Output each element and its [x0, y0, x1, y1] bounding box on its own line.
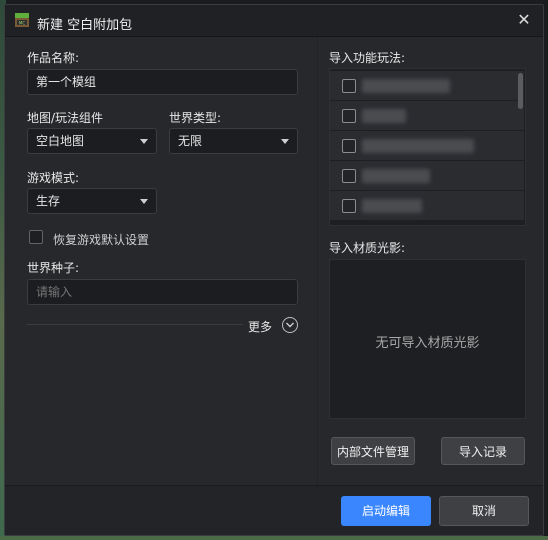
- world-type-label: 世界类型:: [169, 111, 222, 125]
- chevron-down-icon: [281, 139, 289, 144]
- world-type-select[interactable]: 无限: [169, 128, 298, 154]
- redacted-text: [362, 169, 430, 183]
- map-component-label: 地图/玩法组件: [27, 111, 104, 125]
- internal-files-button[interactable]: 内部文件管理: [331, 437, 415, 465]
- column-divider: [317, 37, 318, 485]
- redacted-text: [362, 139, 474, 153]
- restore-default-label: 恢复游戏默认设置: [53, 233, 150, 247]
- texture-panel: 无可导入材质光影: [329, 259, 526, 419]
- minecraft-grass-block-icon: MC: [15, 13, 29, 27]
- world-type-value: 无限: [178, 134, 203, 148]
- list-scrollbar[interactable]: [518, 73, 523, 109]
- import-texture-label: 导入材质光影:: [329, 241, 406, 255]
- redacted-text: [362, 79, 450, 93]
- game-mode-select[interactable]: 生存: [27, 188, 157, 214]
- svg-text:MC: MC: [19, 21, 25, 26]
- gameplay-item-checkbox[interactable]: [342, 169, 356, 183]
- texture-empty-text: 无可导入材质光影: [375, 336, 480, 351]
- dialog-title: 新建 空白附加包: [37, 18, 133, 33]
- restore-default-checkbox[interactable]: [29, 230, 43, 244]
- gameplay-item-checkbox[interactable]: [342, 109, 356, 123]
- gameplay-item-checkbox[interactable]: [342, 79, 356, 93]
- background-game-scene-bottom: [0, 536, 548, 540]
- new-addon-dialog: MC 新建 空白附加包 ✕ 作品名称: 第一个模组 地图/玩法组件 空白地图 世…: [4, 4, 544, 536]
- gameplay-item-checkbox[interactable]: [342, 139, 356, 153]
- world-seed-input[interactable]: [27, 279, 298, 305]
- gameplay-item[interactable]: [330, 191, 524, 221]
- gameplay-list[interactable]: [329, 68, 526, 226]
- redacted-text: [362, 109, 406, 123]
- chevron-down-icon: [140, 199, 148, 204]
- game-mode-label: 游戏模式:: [27, 171, 80, 185]
- cancel-button[interactable]: 取消: [439, 496, 529, 526]
- dialog-titlebar: MC 新建 空白附加包 ✕: [5, 5, 543, 37]
- world-seed-label: 世界种子:: [27, 261, 80, 275]
- redacted-text: [362, 199, 422, 213]
- map-component-select[interactable]: 空白地图: [27, 128, 157, 154]
- dialog-footer: 启动编辑 取消: [5, 485, 543, 535]
- gameplay-item[interactable]: [330, 71, 524, 101]
- more-divider: [27, 324, 243, 325]
- work-name-input[interactable]: 第一个模组: [27, 69, 298, 95]
- chevron-down-icon: [140, 139, 148, 144]
- expand-more-icon[interactable]: [282, 317, 298, 333]
- map-component-value: 空白地图: [36, 134, 85, 148]
- gameplay-item[interactable]: [330, 101, 524, 131]
- gameplay-item[interactable]: [330, 131, 524, 161]
- game-mode-value: 生存: [36, 194, 61, 208]
- close-icon[interactable]: ✕: [515, 11, 533, 29]
- start-edit-button[interactable]: 启动编辑: [341, 496, 431, 526]
- work-name-label: 作品名称:: [27, 51, 80, 65]
- gameplay-item-checkbox[interactable]: [342, 199, 356, 213]
- import-gameplay-label: 导入功能玩法:: [329, 51, 406, 65]
- more-label[interactable]: 更多: [248, 318, 272, 335]
- import-history-button[interactable]: 导入记录: [441, 437, 525, 465]
- gameplay-item[interactable]: [330, 161, 524, 191]
